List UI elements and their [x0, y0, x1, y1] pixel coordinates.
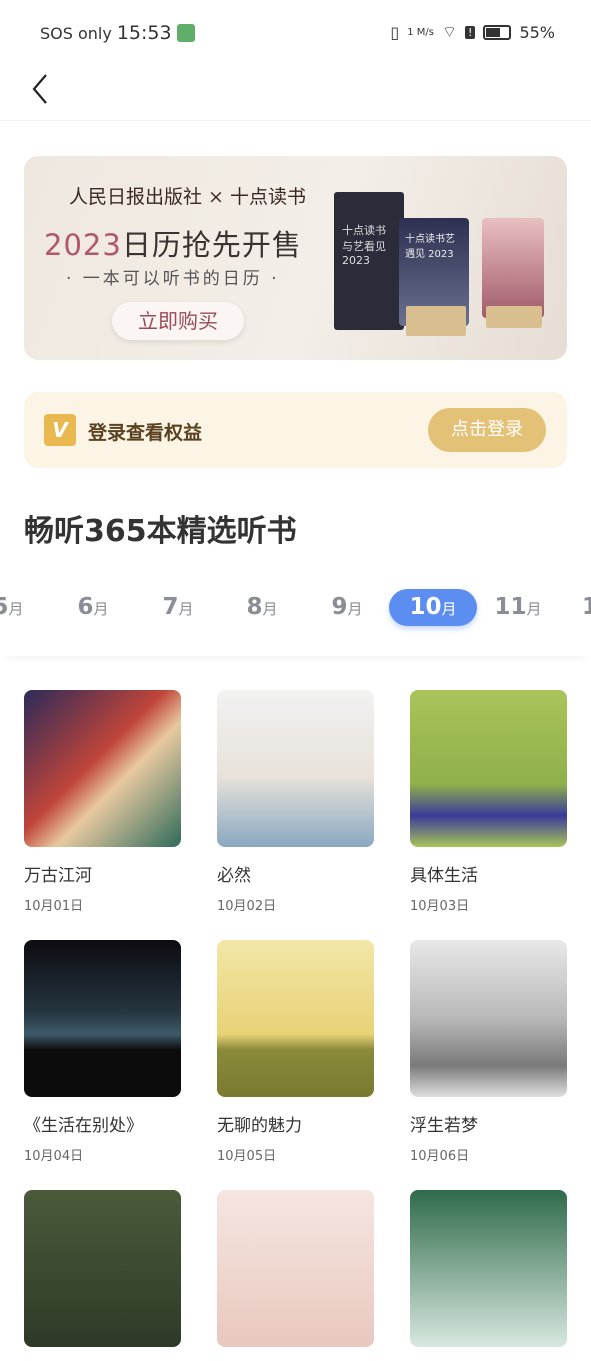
book-cover-image: [217, 1190, 374, 1347]
book-cover-image: [410, 690, 567, 847]
book-date: 10月05日: [217, 1149, 277, 1164]
banner-publisher: 人民日报出版社 × 十点读书: [69, 186, 306, 208]
month-tab-6[interactable]: 6月: [49, 589, 137, 626]
book-title: 必然: [217, 866, 251, 886]
net-speed: 1 M/s: [407, 26, 434, 38]
book-cover-image: [217, 690, 374, 847]
book-title: 无聊的魅力: [217, 1116, 302, 1136]
section-title: 畅听365本精选听书: [24, 514, 297, 549]
alert-icon: !: [465, 25, 476, 39]
book-item[interactable]: 必然 10月02日: [217, 690, 374, 914]
promo-banner[interactable]: 人民日报出版社 × 十点读书 2023日历抢先开售 · 一本可以听书的日历 · …: [24, 156, 567, 360]
month-tab-9[interactable]: 9月: [303, 589, 391, 626]
banner-subtitle: · 一本可以听书的日历 ·: [66, 269, 280, 289]
battery-percent: 55%: [519, 22, 555, 42]
calendar-stand: [406, 306, 466, 336]
book-date: 10月06日: [410, 1149, 470, 1164]
month-tab-5[interactable]: 5月: [0, 589, 52, 626]
month-number: 10: [409, 594, 442, 620]
calendar-stand: [486, 306, 542, 328]
calendar-image-pink: [482, 218, 544, 318]
book-cover-image: [217, 940, 374, 1097]
month-tab-1[interactable]: 1: [546, 589, 591, 626]
login-benefits-text: 登录查看权益: [88, 422, 203, 444]
month-tab-10[interactable]: 10月: [389, 589, 477, 626]
month-tab-8[interactable]: 8月: [218, 589, 306, 626]
book-date: 10月03日: [410, 899, 470, 914]
buy-now-button[interactable]: 立即购买: [112, 302, 244, 340]
month-unit: 月: [93, 600, 109, 618]
book-cover-image: [24, 940, 181, 1097]
month-number: 11: [494, 594, 527, 620]
back-chevron-icon[interactable]: [30, 72, 54, 106]
book-item[interactable]: 万古江河 10月01日: [24, 690, 181, 914]
login-benefits-card: V 登录查看权益 点击登录: [24, 392, 567, 468]
book-title: 《生活在别处》: [24, 1116, 143, 1136]
month-number: 8: [246, 594, 263, 620]
book-cover-image: [410, 940, 567, 1097]
month-unit: 月: [526, 600, 542, 618]
app-notification-icon: [176, 24, 195, 42]
calendar-box-image: 十点读书 与艺看见 2023: [334, 192, 404, 330]
month-number: 9: [331, 594, 348, 620]
month-number: 6: [77, 594, 94, 620]
carrier-text: SOS only: [40, 23, 112, 43]
book-date: 10月02日: [217, 899, 277, 914]
month-unit: 月: [178, 600, 194, 618]
month-tab-7[interactable]: 7月: [134, 589, 222, 626]
book-item[interactable]: 无聊的魅力 10月05日: [217, 940, 374, 1164]
book-item[interactable]: [24, 1190, 181, 1361]
book-cover-image: [24, 690, 181, 847]
vip-badge-icon: V: [44, 414, 76, 446]
book-title: 具体生活: [410, 866, 478, 886]
vibrate-icon: ▯: [390, 22, 400, 42]
month-number: 5: [0, 594, 9, 620]
book-title: 万古江河: [24, 866, 92, 886]
month-unit: 月: [441, 600, 457, 618]
book-item[interactable]: [410, 1190, 567, 1361]
month-number: 7: [162, 594, 179, 620]
book-date: 10月01日: [24, 899, 84, 914]
book-cover-image: [24, 1190, 181, 1347]
book-date: 10月04日: [24, 1149, 84, 1164]
status-bar: SOS only 15:53 ▯ 1 M/s ⌔! 55%: [0, 0, 591, 66]
month-unit: 月: [8, 600, 24, 618]
month-number: 1: [581, 594, 591, 620]
header-divider: [0, 120, 591, 121]
clock: 15:53: [116, 22, 172, 44]
book-cover-image: [410, 1190, 567, 1347]
month-unit: 月: [262, 600, 278, 618]
banner-headline: 2023日历抢先开售: [44, 228, 302, 262]
wifi-icon: ⌔: [441, 22, 458, 41]
book-item[interactable]: [217, 1190, 374, 1361]
book-title: 浮生若梦: [410, 1116, 478, 1136]
login-button[interactable]: 点击登录: [428, 408, 546, 452]
month-tabs: 5月 6月 7月 8月 9月 10月 11月 1: [0, 580, 591, 656]
book-item[interactable]: 浮生若梦 10月06日: [410, 940, 567, 1164]
month-unit: 月: [347, 600, 363, 618]
book-item[interactable]: 具体生活 10月03日: [410, 690, 567, 914]
battery-icon: [483, 24, 512, 40]
book-item[interactable]: 《生活在别处》 10月04日: [24, 940, 181, 1164]
